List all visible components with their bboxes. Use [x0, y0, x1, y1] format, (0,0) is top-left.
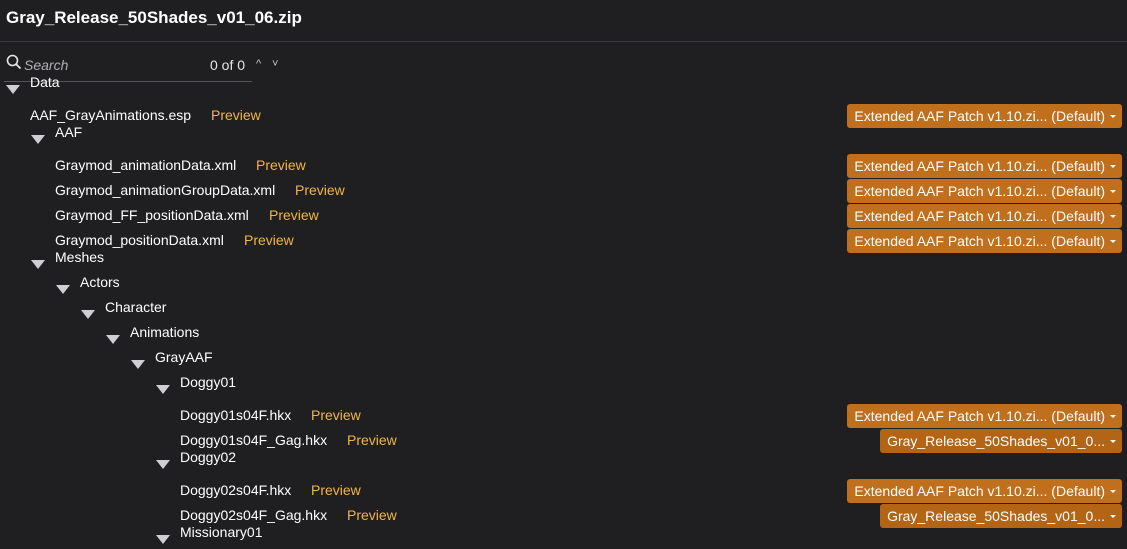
file-label: Graymod_FF_positionData.xml	[55, 207, 249, 223]
preview-link[interactable]: Preview	[211, 107, 261, 123]
chevron-down-icon	[1110, 515, 1116, 518]
folder-label: Missionary01	[180, 524, 263, 540]
source-dropdown[interactable]: Gray_Release_50Shades_v01_0...	[880, 504, 1122, 528]
preview-link[interactable]: Preview	[311, 482, 361, 498]
expand-caret-icon[interactable]	[156, 385, 170, 394]
expand-caret-icon[interactable]	[56, 285, 70, 294]
file-label: Graymod_positionData.xml	[55, 232, 224, 248]
source-dropdown[interactable]: Extended AAF Patch v1.10.zi... (Default)	[847, 154, 1122, 178]
source-dropdown[interactable]: Gray_Release_50Shades_v01_0...	[880, 429, 1122, 453]
source-dropdown[interactable]: Extended AAF Patch v1.10.zi... (Default)	[847, 479, 1122, 503]
folder-label: Actors	[80, 274, 120, 290]
preview-link[interactable]: Preview	[347, 507, 397, 523]
preview-link[interactable]: Preview	[256, 157, 306, 173]
folder-label: Data	[30, 74, 60, 90]
chevron-down-icon	[1110, 240, 1116, 243]
tree-file-row[interactable]: Graymod_positionData.xml Preview Extended …	[0, 229, 1127, 253]
chevron-down-icon	[1110, 415, 1116, 418]
folder-label: AAF	[55, 124, 83, 140]
tree-file-row[interactable]: AAF_GrayAnimations.esp Preview Extended AA…	[0, 104, 1127, 128]
tree-file-row[interactable]: Doggy02s04F_Gag.hkx Preview Gray_Release_5…	[0, 504, 1127, 528]
source-dropdown-label: Gray_Release_50Shades_v01_0...	[887, 433, 1105, 449]
chevron-down-icon	[1110, 215, 1116, 218]
tree-file-row[interactable]: Graymod_FF_positionData.xml Preview Extend…	[0, 204, 1127, 228]
tree-folder-row[interactable]: GrayAAF	[0, 349, 1127, 374]
tree-file-row[interactable]: Doggy01s04F.hkx Preview Extended AAF Patch…	[0, 404, 1127, 428]
chevron-down-icon	[1110, 165, 1116, 168]
tree-folder-row[interactable]: Animations	[0, 324, 1127, 349]
source-dropdown[interactable]: Extended AAF Patch v1.10.zi... (Default)	[847, 179, 1122, 203]
tree-folder-row[interactable]: AAF	[0, 124, 1127, 149]
file-label: Graymod_animationData.xml	[55, 157, 237, 173]
chevron-down-icon	[1110, 115, 1116, 118]
source-dropdown-label: Extended AAF Patch v1.10.zi... (Default)	[854, 108, 1105, 124]
tree-folder-row[interactable]: Missionary01	[0, 524, 1127, 549]
file-label: Doggy02s04F_Gag.hkx	[180, 507, 328, 523]
source-dropdown-label: Extended AAF Patch v1.10.zi... (Default)	[854, 483, 1105, 499]
expand-caret-icon[interactable]	[156, 535, 170, 544]
preview-link[interactable]: Preview	[311, 407, 361, 423]
tree-folder-row[interactable]: Doggy01	[0, 374, 1127, 399]
source-dropdown-label: Extended AAF Patch v1.10.zi... (Default)	[854, 158, 1105, 174]
tree-folder-row[interactable]: Doggy02	[0, 449, 1127, 474]
source-dropdown[interactable]: Extended AAF Patch v1.10.zi... (Default)	[847, 104, 1122, 128]
folder-label: GrayAAF	[155, 349, 213, 365]
expand-caret-icon[interactable]	[81, 310, 95, 319]
source-dropdown[interactable]: Extended AAF Patch v1.10.zi... (Default)	[847, 229, 1122, 253]
folder-label: Doggy01	[180, 374, 237, 390]
expand-caret-icon[interactable]	[31, 260, 45, 269]
tree-folder-row[interactable]: Data	[0, 74, 1127, 99]
folder-label: Character	[105, 299, 167, 315]
file-label: Graymod_animationGroupData.xml	[55, 182, 276, 198]
source-dropdown[interactable]: Extended AAF Patch v1.10.zi... (Default)	[847, 404, 1122, 428]
preview-link[interactable]: Preview	[269, 207, 319, 223]
tree-file-row[interactable]: Doggy01s04F_Gag.hkx Preview Gray_Release_5…	[0, 429, 1127, 453]
preview-link[interactable]: Preview	[347, 432, 397, 448]
source-dropdown-label: Extended AAF Patch v1.10.zi... (Default)	[854, 183, 1105, 199]
source-dropdown[interactable]: Extended AAF Patch v1.10.zi... (Default)	[847, 204, 1122, 228]
folder-label: Meshes	[55, 249, 105, 265]
file-label: Doggy01s04F_Gag.hkx	[180, 432, 328, 448]
tree-file-row[interactable]: Doggy02s04F.hkx Preview Extended AAF Patch…	[0, 479, 1127, 503]
expand-caret-icon[interactable]	[156, 460, 170, 469]
expand-caret-icon[interactable]	[6, 85, 20, 94]
expand-caret-icon[interactable]	[131, 360, 145, 369]
chevron-down-icon	[1110, 440, 1116, 443]
tree-file-row[interactable]: Graymod_animationData.xml Preview Extended…	[0, 154, 1127, 178]
chevron-down-icon	[1110, 490, 1116, 493]
preview-link[interactable]: Preview	[295, 182, 345, 198]
file-tree: Data AAF_GrayAnimations.esp Preview Extende…	[0, 0, 1127, 544]
source-dropdown-label: Gray_Release_50Shades_v01_0...	[887, 508, 1105, 524]
folder-label: Animations	[130, 324, 200, 340]
expand-caret-icon[interactable]	[31, 135, 45, 144]
preview-link[interactable]: Preview	[244, 232, 294, 248]
chevron-down-icon	[1110, 190, 1116, 193]
folder-label: Doggy02	[180, 449, 237, 465]
tree-folder-row[interactable]: Meshes	[0, 249, 1127, 274]
tree-folder-row[interactable]: Actors	[0, 274, 1127, 299]
source-dropdown-label: Extended AAF Patch v1.10.zi... (Default)	[854, 233, 1105, 249]
source-dropdown-label: Extended AAF Patch v1.10.zi... (Default)	[854, 208, 1105, 224]
tree-file-row[interactable]: Graymod_animationGroupData.xml Preview Ext…	[0, 179, 1127, 203]
source-dropdown-label: Extended AAF Patch v1.10.zi... (Default)	[854, 408, 1105, 424]
file-label: Doggy02s04F.hkx	[180, 482, 292, 498]
expand-caret-icon[interactable]	[106, 335, 120, 344]
file-label: Doggy01s04F.hkx	[180, 407, 292, 423]
tree-folder-row[interactable]: Character	[0, 299, 1127, 324]
file-label: AAF_GrayAnimations.esp	[30, 107, 192, 123]
